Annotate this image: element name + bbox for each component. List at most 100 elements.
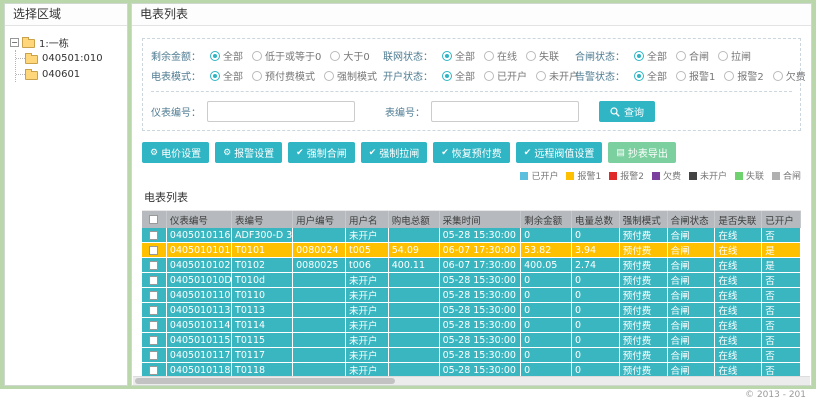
table-cell [292, 228, 347, 243]
table-cell: 0 [520, 302, 572, 318]
row-checkbox[interactable] [149, 290, 159, 300]
folder-icon [25, 52, 38, 64]
radio-icon [526, 50, 536, 61]
action-button[interactable]: ✔ 恢复预付费 [433, 142, 510, 163]
radio-icon [442, 50, 452, 61]
tree-node-label[interactable]: 040501:010 [42, 53, 103, 64]
row-checkbox[interactable] [149, 365, 159, 375]
legend-item: 合闸 [771, 169, 801, 182]
search-button[interactable]: 查询 [599, 101, 655, 122]
row-checkbox[interactable] [149, 260, 159, 270]
radio-option[interactable]: 全部 [442, 48, 475, 63]
row-checkbox[interactable] [149, 335, 159, 345]
radio-option[interactable]: 全部 [210, 48, 243, 63]
action-button[interactable]: ⚙ 报警设置 [215, 142, 283, 163]
row-checkbox[interactable] [149, 350, 159, 360]
table-no-label: 表编号： [385, 108, 425, 119]
radio-option[interactable]: 在线 [484, 48, 517, 63]
radio-option[interactable]: 拉闸 [718, 48, 751, 63]
table-cell: 0405010117 [166, 347, 233, 363]
radio-icon [324, 70, 334, 81]
radio-option[interactable]: 全部 [210, 68, 243, 83]
tree-connector [16, 57, 25, 59]
tree-collapse-icon[interactable]: − [10, 37, 19, 47]
legend-color-swatch [651, 171, 660, 180]
radio-option[interactable]: 报警2 [724, 68, 764, 83]
table-cell: 05-28 15:30:00 [439, 317, 522, 333]
table-cell: 否 [761, 287, 801, 303]
table-cell: 400.05 [520, 257, 572, 273]
row-checkbox[interactable] [149, 230, 159, 240]
table-no-input[interactable] [431, 101, 579, 122]
table-cell: 0 [571, 317, 620, 333]
horizontal-scrollbar[interactable] [133, 376, 810, 385]
filter-group-label: 联网状态： [383, 52, 433, 63]
legend-label: 欠费 [662, 172, 681, 182]
table-cell: 预付费 [619, 317, 668, 333]
radio-option-label: 全部 [223, 72, 243, 83]
table-cell: T0117 [231, 347, 294, 363]
radio-icon [210, 50, 220, 61]
action-button[interactable]: ✔ 强制合闸 [288, 142, 355, 163]
table-cell: 在线 [714, 347, 763, 363]
table-cell: 05-28 15:30:00 [439, 332, 522, 348]
tree-node[interactable]: 040501:010 [16, 50, 122, 66]
radio-option[interactable]: 未开户 [536, 68, 579, 83]
action-button[interactable]: ✔ 强制拉闸 [360, 142, 428, 163]
table-cell: 0405010101 [166, 242, 233, 258]
column-header: 合闸状态 [667, 211, 716, 228]
table-row: 040501010D T010d 未开户 05-28 15:30:00 0 0 预付费 合闸在… [142, 272, 801, 288]
action-button[interactable]: ✔ 远程阀值设置 [515, 142, 603, 163]
folder-icon [25, 68, 38, 80]
radio-option[interactable]: 强制模式 [324, 68, 377, 83]
table-row: 0405010117 T0117 未开户 05-28 15:30:00 0 0 预付费 合闸在… [142, 347, 801, 363]
row-checkbox[interactable] [149, 275, 159, 285]
tree-root-label[interactable]: 1:一栋 [39, 35, 69, 50]
table-cell: 预付费 [619, 302, 668, 318]
action-button[interactable]: ⚙ 电价设置 [142, 142, 210, 163]
table-cell: 0080024 [292, 242, 347, 258]
legend-item: 未开户 [688, 169, 727, 182]
radio-option[interactable]: 预付费模式 [252, 68, 315, 83]
radio-option[interactable]: 失联 [526, 48, 559, 63]
table-body: 0405010116 ADF300-D 3 未开户 05-28 15:30:00 0 0 预… [142, 228, 801, 385]
table-cell [292, 332, 347, 348]
radio-option[interactable]: 报警1 [676, 68, 715, 83]
table-cell: 3.94 [571, 242, 620, 258]
radio-option[interactable]: 已开户 [484, 68, 527, 83]
table-cell: 未开户 [345, 302, 389, 318]
radio-option-label: 强制模式 [337, 72, 377, 83]
radio-option[interactable]: 全部 [634, 48, 667, 63]
radio-icon [772, 70, 783, 81]
tree-node-label[interactable]: 040601 [42, 69, 80, 80]
legend-item: 失联 [734, 169, 764, 182]
column-header: 用户编号 [292, 211, 347, 228]
radio-option[interactable]: 全部 [634, 68, 667, 83]
table-row: 0405010114 T0114 未开户 05-28 15:30:00 0 0 预付费 合闸在… [142, 317, 801, 333]
table-cell: 05-28 15:30:00 [439, 272, 522, 288]
table-cell: 否 [761, 272, 801, 288]
filter-group-label: 剩余金额： [151, 52, 201, 63]
filter-group-label: 开户状态： [383, 72, 433, 83]
radio-option[interactable]: 低于或等于0 [252, 48, 321, 63]
table-cell: 0 [571, 287, 620, 303]
radio-option[interactable]: 欠费 [772, 68, 806, 83]
filter-group: 告警状态： 全部 报警1 报警2 欠费 [575, 68, 806, 83]
action-button[interactable]: ▤ 抄表导出 [608, 142, 676, 163]
radio-icon [210, 70, 220, 81]
row-checkbox[interactable] [149, 320, 159, 330]
radio-option-label: 全部 [647, 72, 667, 83]
radio-option[interactable]: 大于0 [330, 48, 370, 63]
radio-option[interactable]: 合闸 [676, 48, 709, 63]
radio-option[interactable]: 全部 [442, 68, 475, 83]
row-checkbox[interactable] [149, 305, 159, 315]
select-all-checkbox[interactable] [149, 215, 159, 224]
table-cell: t006 [345, 257, 389, 273]
scrollbar-thumb[interactable] [135, 378, 395, 384]
meter-no-input[interactable] [207, 101, 355, 122]
row-checkbox[interactable] [149, 245, 159, 255]
column-header: 表编号 [231, 211, 294, 228]
tree-node[interactable]: 040601 [16, 66, 122, 82]
tree-root-node[interactable]: − 1:一栋 [10, 34, 122, 50]
radio-icon [330, 50, 341, 61]
